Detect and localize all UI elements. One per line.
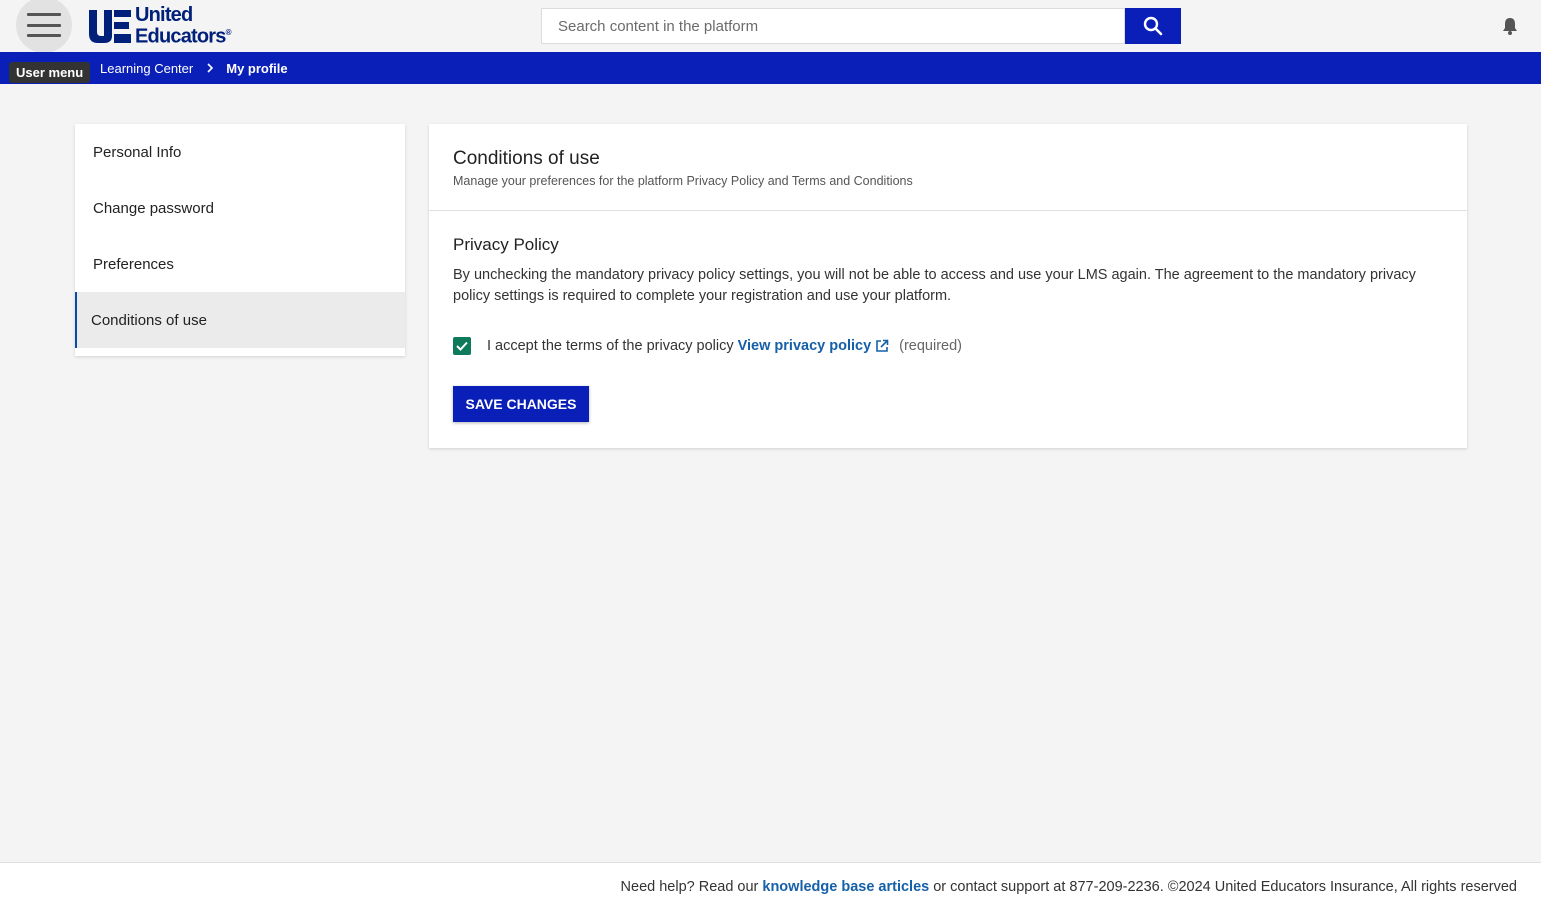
bell-icon (1503, 18, 1517, 35)
card-header: Conditions of use Manage your preference… (429, 124, 1467, 211)
sidebar-item-preferences[interactable]: Preferences (75, 236, 405, 292)
footer-text-before: Need help? Read our (620, 879, 759, 895)
logo-line-1: United (135, 3, 193, 26)
page-title: Conditions of use (453, 148, 600, 169)
checkmark-icon (456, 341, 468, 351)
user-menu-tooltip: User menu (9, 62, 91, 83)
breadcrumb-learning-center[interactable]: Learning Center (100, 61, 193, 76)
card-body: Privacy Policy By unchecking the mandato… (429, 211, 1467, 422)
logo-registered-mark: ® (225, 27, 232, 37)
logo-mark-icon (88, 8, 132, 44)
save-changes-button[interactable]: SAVE CHANGES (453, 386, 589, 422)
sidebar-item-label: Preferences (93, 255, 174, 273)
view-privacy-policy-link[interactable]: View privacy policy (738, 338, 872, 354)
top-header: User menu United Educators® (0, 0, 1541, 83)
search-bar (541, 8, 1181, 44)
logo-text: United Educators® (135, 3, 232, 48)
page-footer: Need help? Read our knowledge base artic… (0, 862, 1541, 911)
sidebar-item-conditions-of-use[interactable]: Conditions of use (75, 292, 405, 348)
knowledge-base-link[interactable]: knowledge base articles (762, 879, 929, 895)
united-educators-logo[interactable]: United Educators® (88, 3, 232, 48)
sidebar-item-label: Personal Info (93, 143, 182, 161)
privacy-policy-description: By unchecking the mandatory privacy poli… (453, 267, 1416, 304)
user-menu-button[interactable] (16, 0, 72, 53)
chevron-right-icon (206, 63, 214, 73)
footer-text-after: or contact support at 877-209-2236. ©202… (933, 879, 1517, 895)
sidebar-item-personal-info[interactable]: Personal Info (75, 124, 405, 180)
page-subtitle: Manage your preferences for the platform… (453, 174, 913, 188)
privacy-policy-checkbox[interactable] (453, 337, 471, 355)
logo-line-2: Educators (135, 25, 226, 48)
privacy-policy-heading: Privacy Policy (453, 235, 559, 254)
breadcrumb-my-profile: My profile (226, 60, 288, 76)
search-icon (1143, 16, 1163, 36)
breadcrumb: Learning Center My profile (0, 52, 1541, 84)
sidebar-item-change-password[interactable]: Change password (75, 180, 405, 236)
external-link-icon[interactable] (875, 339, 889, 353)
profile-sidebar: Personal Info Change password Preference… (75, 124, 405, 356)
search-button[interactable] (1125, 8, 1181, 44)
required-label: (required) (899, 338, 962, 354)
privacy-consent-row: I accept the terms of the privacy policy… (453, 337, 1443, 355)
sidebar-item-label: Conditions of use (91, 311, 207, 329)
search-input[interactable] (541, 8, 1125, 44)
sidebar-item-label: Change password (93, 199, 214, 217)
conditions-card: Conditions of use Manage your preference… (429, 124, 1467, 448)
hamburger-icon (27, 13, 61, 37)
privacy-checkbox-label: I accept the terms of the privacy policy (487, 338, 734, 354)
notifications-button[interactable] (1500, 16, 1520, 36)
